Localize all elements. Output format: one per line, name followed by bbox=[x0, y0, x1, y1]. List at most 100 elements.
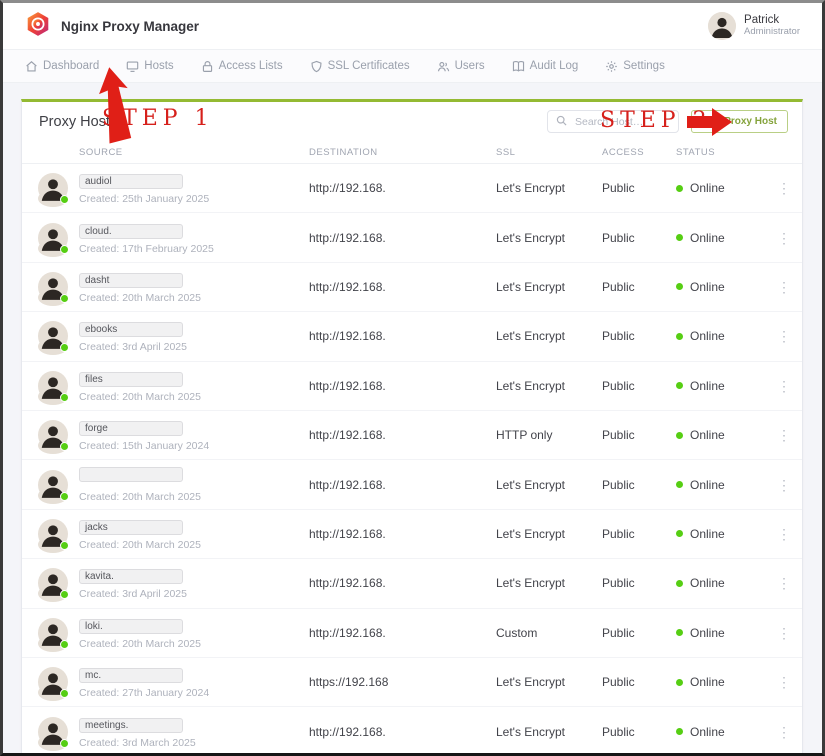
created-date: Created: 20th March 2025 bbox=[79, 391, 309, 403]
created-date: Created: 3rd March 2025 bbox=[79, 737, 309, 749]
access-type: Public bbox=[602, 329, 676, 343]
row-actions-menu[interactable]: ⋮ bbox=[766, 626, 802, 640]
destination: http://192.168. bbox=[309, 527, 496, 541]
destination: https://192.168 bbox=[309, 675, 496, 689]
status-cell: Online bbox=[676, 181, 766, 195]
destination: http://192.168. bbox=[309, 626, 496, 640]
lock-icon bbox=[201, 60, 214, 73]
app-header: Nginx Proxy Manager Patrick Administrato… bbox=[3, 3, 822, 49]
access-type: Public bbox=[602, 428, 676, 442]
row-actions-menu[interactable]: ⋮ bbox=[766, 478, 802, 492]
add-proxy-host-button[interactable]: Add Proxy Host bbox=[691, 110, 788, 133]
nav-item-dashboard[interactable]: Dashboard bbox=[25, 60, 99, 73]
created-date: Created: 20th March 2025 bbox=[79, 292, 309, 304]
row-actions-menu[interactable]: ⋮ bbox=[766, 329, 802, 343]
status-cell: Online bbox=[676, 576, 766, 590]
content-area: Proxy Hosts Add Proxy Host SOURCE DESTIN… bbox=[3, 83, 822, 756]
book-icon bbox=[512, 60, 525, 73]
nav-item-settings[interactable]: Settings bbox=[605, 60, 665, 73]
ssl-type: Let's Encrypt bbox=[496, 478, 602, 492]
status-label: Online bbox=[690, 725, 725, 739]
status-label: Online bbox=[690, 478, 725, 492]
owner-online-dot bbox=[60, 739, 69, 748]
table-row[interactable]: audiol Created: 25th January 2025 http:/… bbox=[22, 164, 802, 213]
access-type: Public bbox=[602, 231, 676, 245]
source-host: cloud. bbox=[79, 224, 183, 239]
status-cell: Online bbox=[676, 527, 766, 541]
status-cell: Online bbox=[676, 626, 766, 640]
search-box bbox=[547, 110, 679, 133]
table-row[interactable]: ebooks Created: 3rd April 2025 http://19… bbox=[22, 312, 802, 361]
row-actions-menu[interactable]: ⋮ bbox=[766, 527, 802, 541]
access-type: Public bbox=[602, 280, 676, 294]
gear-icon bbox=[605, 60, 618, 73]
row-actions-menu[interactable]: ⋮ bbox=[766, 181, 802, 195]
nav-item-audit-log[interactable]: Audit Log bbox=[512, 60, 579, 73]
table-row[interactable]: forge Created: 15th January 2024 http://… bbox=[22, 411, 802, 460]
ssl-type: Let's Encrypt bbox=[496, 231, 602, 245]
ssl-type: Let's Encrypt bbox=[496, 675, 602, 689]
table-row[interactable]: jacks Created: 20th March 2025 http://19… bbox=[22, 510, 802, 559]
user-menu[interactable]: Patrick Administrator bbox=[708, 12, 800, 40]
page-title: Proxy Hosts bbox=[39, 114, 117, 130]
search-input[interactable] bbox=[573, 115, 670, 129]
row-owner-avatar bbox=[38, 519, 68, 549]
access-type: Public bbox=[602, 626, 676, 640]
table-row[interactable]: mc. Created: 27th January 2024 https://1… bbox=[22, 658, 802, 707]
source-host: loki. bbox=[79, 619, 183, 634]
table-row[interactable]: cloud. Created: 17th February 2025 http:… bbox=[22, 213, 802, 262]
status-online-dot bbox=[676, 185, 683, 192]
row-actions-menu[interactable]: ⋮ bbox=[766, 231, 802, 245]
nav-item-ssl-certificates[interactable]: SSL Certificates bbox=[310, 60, 410, 73]
ssl-type: Custom bbox=[496, 626, 602, 640]
status-online-dot bbox=[676, 530, 683, 537]
row-owner-avatar bbox=[38, 667, 68, 697]
status-online-dot bbox=[676, 432, 683, 439]
row-actions-menu[interactable]: ⋮ bbox=[766, 675, 802, 689]
status-cell: Online bbox=[676, 428, 766, 442]
nav-item-hosts[interactable]: Hosts bbox=[126, 60, 173, 73]
access-type: Public bbox=[602, 576, 676, 590]
column-header-source: SOURCE bbox=[79, 147, 309, 158]
access-type: Public bbox=[602, 675, 676, 689]
row-actions-menu[interactable]: ⋮ bbox=[766, 576, 802, 590]
destination: http://192.168. bbox=[309, 280, 496, 294]
row-owner-avatar bbox=[38, 568, 68, 598]
status-label: Online bbox=[690, 576, 725, 590]
row-actions-menu[interactable]: ⋮ bbox=[766, 379, 802, 393]
destination: http://192.168. bbox=[309, 576, 496, 590]
status-cell: Online bbox=[676, 379, 766, 393]
status-cell: Online bbox=[676, 675, 766, 689]
app-logo-icon bbox=[25, 11, 51, 42]
app-title: Nginx Proxy Manager bbox=[61, 19, 199, 34]
table-row[interactable]: Created: 20th March 2025 http://192.168.… bbox=[22, 460, 802, 509]
user-avatar bbox=[708, 12, 736, 40]
status-online-dot bbox=[676, 382, 683, 389]
destination: http://192.168. bbox=[309, 329, 496, 343]
row-actions-menu[interactable]: ⋮ bbox=[766, 725, 802, 739]
users-icon bbox=[437, 60, 450, 73]
status-label: Online bbox=[690, 280, 725, 294]
status-online-dot bbox=[676, 234, 683, 241]
owner-online-dot bbox=[60, 393, 69, 402]
table-row[interactable]: kavita. Created: 3rd April 2025 http://1… bbox=[22, 559, 802, 608]
table-row[interactable]: dasht Created: 20th March 2025 http://19… bbox=[22, 263, 802, 312]
column-header-status: STATUS bbox=[676, 147, 766, 158]
access-type: Public bbox=[602, 725, 676, 739]
table-row[interactable]: files Created: 20th March 2025 http://19… bbox=[22, 362, 802, 411]
table-row[interactable]: meetings. Created: 3rd March 2025 http:/… bbox=[22, 707, 802, 756]
access-type: Public bbox=[602, 379, 676, 393]
destination: http://192.168. bbox=[309, 478, 496, 492]
access-type: Public bbox=[602, 181, 676, 195]
card-header: Proxy Hosts Add Proxy Host bbox=[22, 102, 802, 141]
created-date: Created: 25th January 2025 bbox=[79, 193, 309, 205]
table-row[interactable]: loki. Created: 20th March 2025 http://19… bbox=[22, 609, 802, 658]
row-owner-avatar bbox=[38, 717, 68, 747]
nav-item-access-lists[interactable]: Access Lists bbox=[201, 60, 283, 73]
destination: http://192.168. bbox=[309, 231, 496, 245]
nginx-proxy-manager-window: Nginx Proxy Manager Patrick Administrato… bbox=[0, 0, 825, 756]
table-header-row: SOURCE DESTINATION SSL ACCESS STATUS bbox=[22, 141, 802, 164]
row-actions-menu[interactable]: ⋮ bbox=[766, 428, 802, 442]
row-actions-menu[interactable]: ⋮ bbox=[766, 280, 802, 294]
nav-item-users[interactable]: Users bbox=[437, 60, 485, 73]
